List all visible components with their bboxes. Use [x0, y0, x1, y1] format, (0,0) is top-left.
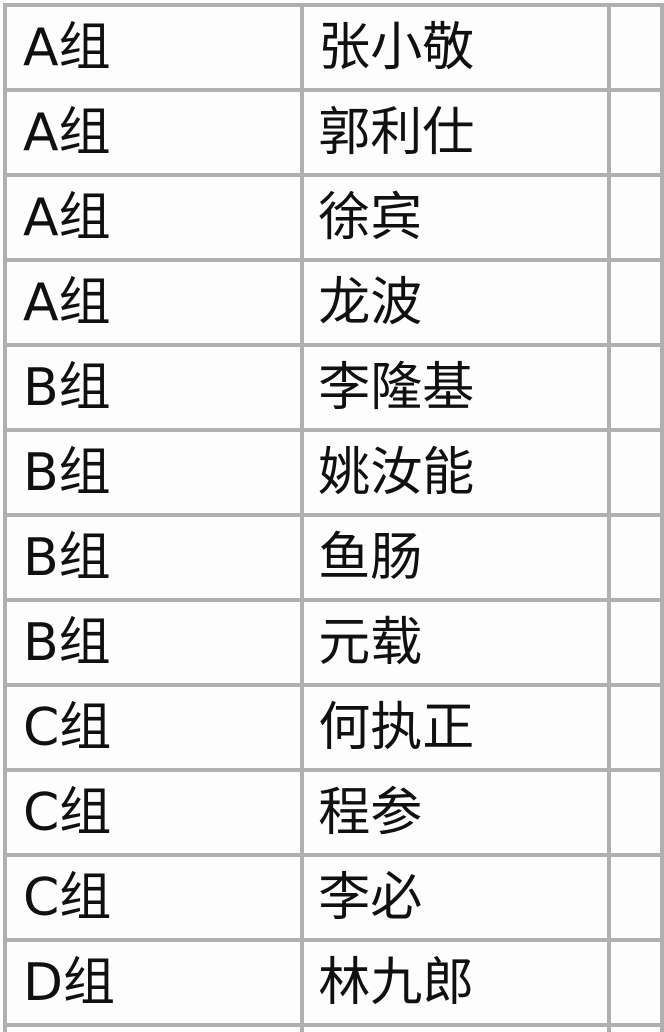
cell-name[interactable]: 程参: [300, 768, 611, 857]
cell-name[interactable]: 林九郎: [300, 938, 611, 1027]
cell-group[interactable]: A组: [2, 3, 305, 92]
table-row[interactable]: B组 鱼肠: [2, 513, 664, 602]
cell-text-group: B组: [23, 612, 111, 673]
table-row[interactable]: B组 姚汝能: [2, 428, 664, 517]
cell-text-name: 何执正: [318, 697, 475, 758]
cell-text-group: C组: [23, 867, 112, 928]
table-row[interactable]: A组 郭利仕: [2, 88, 664, 177]
cell-extra[interactable]: [606, 853, 664, 942]
cell-text-group: B组: [23, 442, 111, 503]
cell-group[interactable]: D组: [2, 938, 305, 1027]
spreadsheet-canvas: A组 张小敬 A组 郭利仕 A组 徐宾 A组 龙波 B组 李隆基 B组 姚汝能 …: [0, 0, 664, 1032]
cell-text-group: C组: [23, 782, 112, 843]
cell-group[interactable]: [2, 1023, 305, 1032]
cell-name[interactable]: 龙波: [300, 258, 611, 347]
cell-group[interactable]: C组: [2, 683, 305, 772]
table-row[interactable]: D组 林九郎: [2, 938, 664, 1027]
cell-group[interactable]: A组: [2, 88, 305, 177]
cell-name[interactable]: 张小敬: [300, 3, 611, 92]
cell-extra[interactable]: [606, 683, 664, 772]
cell-name[interactable]: 郭利仕: [300, 88, 611, 177]
data-table: A组 张小敬 A组 郭利仕 A组 徐宾 A组 龙波 B组 李隆基 B组 姚汝能 …: [2, 3, 664, 1032]
table-row[interactable]: C组 程参: [2, 768, 664, 857]
cell-text-name: 龙波: [318, 272, 423, 333]
cell-text-group: A组: [23, 102, 111, 163]
cell-text-group: A组: [23, 272, 111, 333]
cell-text-name: 李隆基: [318, 357, 475, 418]
cell-text-group: A组: [23, 187, 111, 248]
cell-text-name: 鱼肠: [318, 527, 423, 588]
cell-name[interactable]: 李必: [300, 853, 611, 942]
cell-group[interactable]: A组: [2, 258, 305, 347]
table-row[interactable]: A组 龙波: [2, 258, 664, 347]
cell-text-name: 元载: [318, 612, 423, 673]
cell-extra[interactable]: [606, 258, 664, 347]
cell-text-group: A组: [23, 17, 111, 78]
cell-text-group: B组: [23, 527, 111, 588]
cell-extra[interactable]: [606, 768, 664, 857]
cell-extra[interactable]: [606, 343, 664, 432]
cell-group[interactable]: B组: [2, 598, 305, 687]
cell-extra[interactable]: [606, 938, 664, 1027]
cell-text-group: D组: [23, 952, 116, 1013]
table-body: A组 张小敬 A组 郭利仕 A组 徐宾 A组 龙波 B组 李隆基 B组 姚汝能 …: [2, 3, 664, 1032]
table-row[interactable]: B组 元载: [2, 598, 664, 687]
cell-name[interactable]: 徐宾: [300, 173, 611, 262]
table-row[interactable]: A组 徐宾: [2, 173, 664, 262]
cell-name[interactable]: 何执正: [300, 683, 611, 772]
cell-text-group: C组: [23, 697, 112, 758]
cell-extra[interactable]: [606, 428, 664, 517]
cell-text-name: 李必: [318, 867, 423, 928]
table-row[interactable]: B组 李隆基: [2, 343, 664, 432]
cell-name[interactable]: 姚汝能: [300, 428, 611, 517]
cell-extra[interactable]: [606, 3, 664, 92]
cell-extra[interactable]: [606, 88, 664, 177]
cell-extra[interactable]: [606, 1023, 664, 1032]
cell-name[interactable]: 李隆基: [300, 343, 611, 432]
cell-group[interactable]: B组: [2, 428, 305, 517]
cell-name[interactable]: 元载: [300, 598, 611, 687]
cell-name[interactable]: [300, 1023, 611, 1032]
cell-text-name: 程参: [318, 782, 423, 843]
table-row[interactable]: A组 张小敬: [2, 3, 664, 92]
cell-name[interactable]: 鱼肠: [300, 513, 611, 602]
cell-group[interactable]: B组: [2, 513, 305, 602]
cell-text-name: 郭利仕: [318, 102, 475, 163]
cell-group[interactable]: A组: [2, 173, 305, 262]
table-row[interactable]: C组 何执正: [2, 683, 664, 772]
cell-text-name: 徐宾: [318, 187, 423, 248]
cell-group[interactable]: B组: [2, 343, 305, 432]
cell-text-group: B组: [23, 357, 111, 418]
cell-group[interactable]: C组: [2, 768, 305, 857]
table-row[interactable]: C组 李必: [2, 853, 664, 942]
table-row-partial[interactable]: [2, 1023, 664, 1032]
cell-extra[interactable]: [606, 513, 664, 602]
cell-group[interactable]: C组: [2, 853, 305, 942]
cell-text-name: 林九郎: [318, 952, 475, 1013]
cell-extra[interactable]: [606, 598, 664, 687]
cell-extra[interactable]: [606, 173, 664, 262]
cell-text-name: 张小敬: [318, 17, 475, 78]
cell-text-name: 姚汝能: [318, 442, 475, 503]
